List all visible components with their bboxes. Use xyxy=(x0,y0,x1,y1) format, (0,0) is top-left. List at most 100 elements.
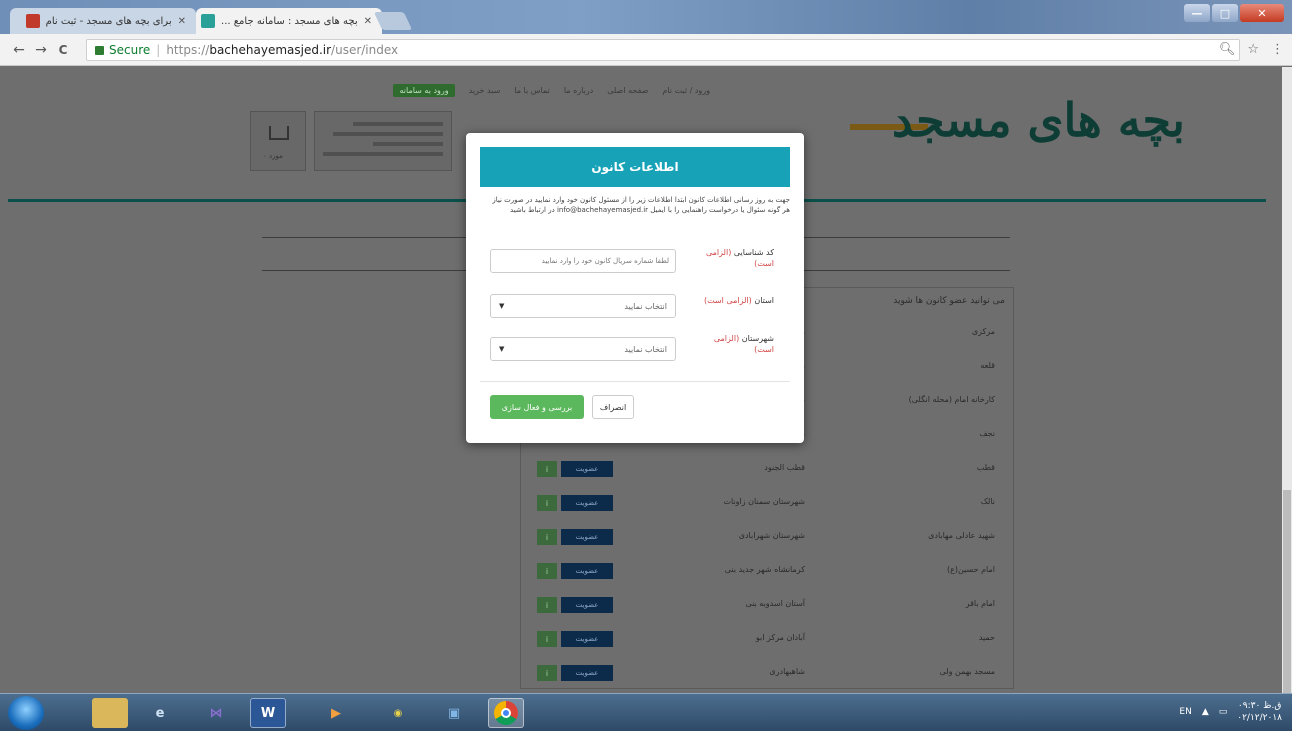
nav-item[interactable]: ورود / ثبت نام xyxy=(662,86,710,95)
back-icon[interactable]: ← xyxy=(8,42,30,58)
province-label: استان (الزامی است) xyxy=(694,295,774,306)
internet-explorer-icon[interactable]: e xyxy=(142,698,178,728)
table-row: حمید آبادان مرکز ابو عضویت i xyxy=(535,628,1003,650)
flag-icon[interactable]: ▲ xyxy=(1202,707,1209,717)
activate-button[interactable]: بررسی و فعال سازی xyxy=(490,395,584,419)
group-name: قطب xyxy=(976,463,995,472)
chrome-icon[interactable] xyxy=(488,698,524,728)
group-place: شاهبهادری xyxy=(769,667,805,676)
group-name: مسجد بهمن ولی xyxy=(939,667,995,676)
nav-item[interactable]: تماس با ما xyxy=(514,86,550,95)
bookmark-star-icon[interactable]: ☆ xyxy=(1247,42,1259,57)
cart-count: ۰ مورد xyxy=(263,152,283,160)
maximize-button[interactable]: □ xyxy=(1212,4,1238,22)
group-place: شهرستان شهرابادی xyxy=(738,531,805,540)
join-button[interactable]: عضویت xyxy=(561,461,613,477)
close-window-button[interactable]: ✕ xyxy=(1240,4,1284,22)
join-button[interactable]: عضویت xyxy=(561,665,613,681)
code-label-text: کد شناسایی xyxy=(733,248,774,257)
group-name: شهید عادلی مهابادی xyxy=(928,531,995,540)
menu-icon[interactable]: ⋮ xyxy=(1271,42,1284,57)
table-row: شهید عادلی مهابادی شهرستان شهرابادی عضویت i xyxy=(535,526,1003,548)
table-row: امام باقر آستان اسدوبه بنی عضویت i xyxy=(535,594,1003,616)
divider: | xyxy=(156,43,161,57)
join-button[interactable]: عضویت xyxy=(561,495,613,511)
province-select[interactable]: ▼ انتخاب نمایید xyxy=(490,294,676,318)
cancel-button[interactable]: انصراف xyxy=(592,395,634,419)
url-protocol: https:// xyxy=(166,43,210,57)
clock[interactable]: ۰۹:۳۰ ق.ظ ۰۲/۱۲/۲۰۱۸ xyxy=(1237,700,1282,724)
site-favicon-icon xyxy=(201,14,216,28)
tab-bachehayemasjed[interactable]: ✕ بچه های مسجد : سامانه جامع ... xyxy=(196,8,382,34)
lock-icon xyxy=(95,45,104,55)
modal-title: اطلاعات کانون xyxy=(591,160,679,174)
modal-divider xyxy=(480,381,790,382)
modal-description: جهت به روز رسانی اطلاعات کانون ابتدا اطل… xyxy=(492,196,790,214)
info-button[interactable]: i xyxy=(537,631,557,647)
join-button[interactable]: عضویت xyxy=(561,597,613,613)
address-bar[interactable]: Secure | https:// bachehayemasjed.ir /us… xyxy=(86,39,1240,61)
city-label-text: شهرستان xyxy=(741,334,774,343)
group-place: قطب الجنود xyxy=(764,463,805,472)
cart-icon xyxy=(269,126,289,140)
visual-studio-icon[interactable]: ⋈ xyxy=(198,698,234,728)
code-label: کد شناسایی (الزامی است) xyxy=(694,247,774,269)
media-player-icon[interactable]: ▶ xyxy=(318,698,354,728)
join-button[interactable]: عضویت xyxy=(561,529,613,545)
close-tab-icon[interactable]: ✕ xyxy=(178,16,186,27)
start-button[interactable] xyxy=(8,696,44,730)
code-input[interactable] xyxy=(490,249,676,273)
info-button[interactable]: i xyxy=(537,597,557,613)
network-icon[interactable]: ▭ xyxy=(1219,707,1228,717)
scrollbar-thumb[interactable] xyxy=(1283,490,1291,693)
time: ۰۹:۳۰ ق.ظ xyxy=(1237,701,1282,711)
group-name: قلعه xyxy=(980,361,995,370)
nav-item[interactable]: صفحه اصلی xyxy=(607,86,648,95)
group-name: نالک xyxy=(980,497,995,506)
group-name: امام حسین(ع) xyxy=(946,565,995,574)
join-button[interactable]: عضویت xyxy=(561,563,613,579)
info-button[interactable]: i xyxy=(537,495,557,511)
group-place: آبادان مرکز ابو xyxy=(755,633,805,642)
join-button[interactable]: عضویت xyxy=(561,631,613,647)
browser-toolbar: ← → C Secure | https:// bachehayemasjed.… xyxy=(0,34,1292,66)
info-button[interactable]: i xyxy=(537,563,557,579)
word-icon[interactable]: W xyxy=(250,698,286,728)
table-title: می توانید عضو کانون ها شوید xyxy=(893,296,1005,306)
game-icon[interactable]: ◉ xyxy=(380,698,416,728)
explorer-icon[interactable] xyxy=(92,698,128,728)
cart-widget[interactable]: ۰ مورد xyxy=(250,111,306,171)
news-widget xyxy=(314,111,452,171)
close-tab-icon[interactable]: ✕ xyxy=(364,16,372,27)
tab-signup[interactable]: ✕ برای بچه های مسجد - ثبت نام xyxy=(10,8,196,34)
minimize-button[interactable]: — xyxy=(1184,4,1210,22)
date: ۰۲/۱۲/۲۰۱۸ xyxy=(1237,713,1282,723)
required-marker: (الزامی است) xyxy=(703,296,752,305)
group-name: کارخانه امام (محله انگلی) xyxy=(908,395,995,404)
nav-item[interactable]: سبد خرید xyxy=(469,86,501,95)
table-row: نالک شهرستان سمنان زاونات عضویت i xyxy=(535,492,1003,514)
control-panel-icon[interactable]: ▣ xyxy=(436,698,472,728)
info-button[interactable]: i xyxy=(537,665,557,681)
zoom-icon[interactable]: 🔍︎ xyxy=(1219,42,1236,57)
city-label: شهرستان (الزامی است) xyxy=(694,333,774,355)
table-row: مسجد بهمن ولی شاهبهادری عضویت i xyxy=(535,662,1003,684)
reload-icon[interactable]: C xyxy=(52,43,74,57)
nav-item[interactable]: درباره ما xyxy=(564,86,593,95)
language-indicator[interactable]: EN xyxy=(1179,707,1191,717)
login-button[interactable]: ورود به سامانه xyxy=(393,83,455,97)
window-controls: — □ ✕ xyxy=(1184,4,1284,22)
city-select[interactable]: ▼ انتخاب نمایید xyxy=(490,337,676,361)
top-navigation: ورود / ثبت نام صفحه اصلی درباره ما تماس … xyxy=(250,83,710,97)
url-path: /user/index xyxy=(331,43,399,57)
info-button[interactable]: i xyxy=(537,461,557,477)
group-name: حمید xyxy=(978,633,995,642)
group-place: کرمانشاه شهر جدید بنی xyxy=(724,565,805,574)
group-place: شهرستان سمنان زاونات xyxy=(723,497,805,506)
site-logo[interactable]: بچه های مسجد xyxy=(892,93,1187,147)
tab-title: برای بچه های مسجد - ثبت نام xyxy=(45,15,172,27)
info-button[interactable]: i xyxy=(537,529,557,545)
forward-icon[interactable]: → xyxy=(30,42,52,58)
chevron-down-icon: ▼ xyxy=(499,302,505,310)
group-place: آستان اسدوبه بنی xyxy=(745,599,805,608)
